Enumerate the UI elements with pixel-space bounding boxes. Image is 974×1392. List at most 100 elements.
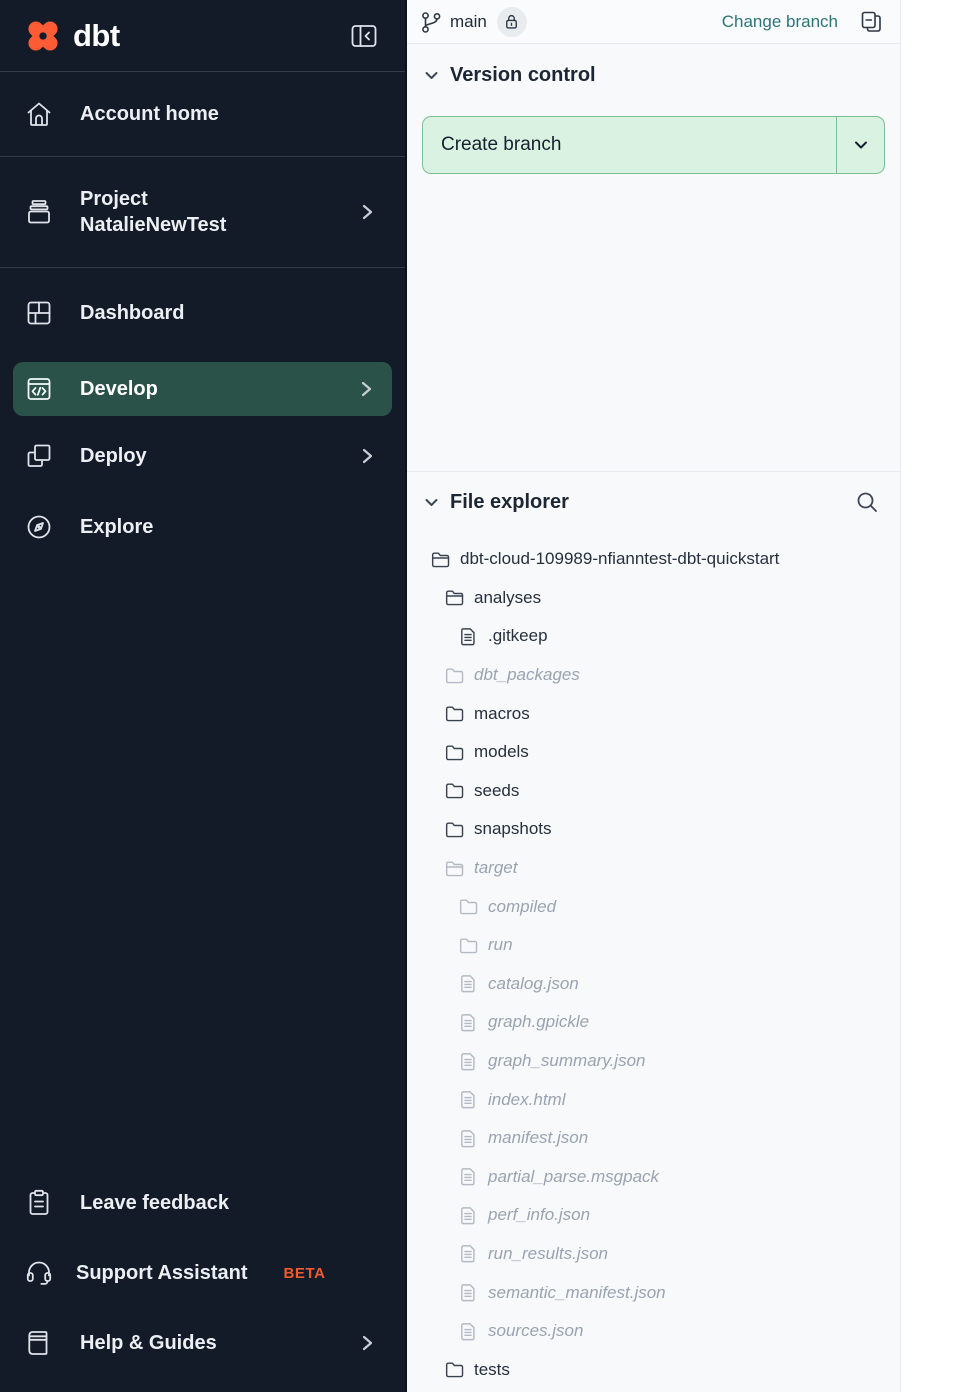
home-icon <box>24 99 54 129</box>
sidebar-item-explore[interactable]: Explore <box>0 492 405 562</box>
sidebar-item-support-assistant[interactable]: Support Assistant BETA <box>0 1238 405 1308</box>
sidebar-item-label: Leave feedback <box>80 1190 229 1216</box>
sidebar-item-help-guides[interactable]: Help & Guides <box>0 1308 405 1378</box>
editor-area <box>900 0 974 1392</box>
create-branch-button[interactable]: Create branch <box>422 116 885 174</box>
chevron-down-icon[interactable] <box>422 493 441 512</box>
side-panel: main Change branch <box>407 0 900 1392</box>
chevron-right-icon <box>356 379 376 399</box>
tree-item-label: target <box>474 858 517 878</box>
tree-item-label: perf_info.json <box>488 1205 590 1225</box>
headset-icon <box>24 1258 54 1288</box>
collapse-sidebar-icon[interactable] <box>349 21 379 51</box>
file-explorer-header[interactable]: File explorer <box>422 490 885 514</box>
tree-item[interactable]: manifest.json <box>430 1119 885 1158</box>
tree-item-label: manifest.json <box>488 1128 588 1148</box>
tree-item[interactable]: graph.gpickle <box>430 1003 885 1042</box>
tree-item-label: dbt_packages <box>474 665 580 685</box>
file-icon <box>458 1243 479 1264</box>
tree-item-label: analyses <box>474 588 541 608</box>
sidebar-item-account-home[interactable]: Account home <box>0 72 405 157</box>
file-icon <box>458 1089 479 1110</box>
sidebar-item-label: Develop <box>80 376 158 402</box>
folder-icon <box>444 703 465 724</box>
tree-item[interactable]: target <box>430 849 885 888</box>
tree-item[interactable]: dbt-cloud-109989-nfianntest-dbt-quicksta… <box>430 540 885 579</box>
git-branch-icon <box>420 11 442 33</box>
tree-item[interactable]: macros <box>430 694 885 733</box>
chevron-right-icon <box>357 1333 377 1353</box>
sidebar-item-deploy[interactable]: Deploy <box>0 420 405 492</box>
tree-item[interactable]: index.html <box>430 1080 885 1119</box>
copy-icon[interactable] <box>858 9 884 35</box>
tree-item-label: models <box>474 742 529 762</box>
tree-item[interactable]: semantic_manifest.json <box>430 1273 885 1312</box>
sidebar-logo-row: dbt <box>0 0 405 72</box>
create-branch-label[interactable]: Create branch <box>423 117 836 173</box>
compass-icon <box>24 512 54 542</box>
tree-item-label: snapshots <box>474 819 552 839</box>
tree-item[interactable]: run_results.json <box>430 1235 885 1274</box>
tree-item[interactable]: tests <box>430 1350 885 1389</box>
current-branch-name[interactable]: main <box>450 12 487 32</box>
tree-item[interactable]: models <box>430 733 885 772</box>
clipboard-icon <box>24 1188 54 1218</box>
archive-icon <box>24 197 54 227</box>
sidebar-footer-pad <box>0 1378 405 1392</box>
folder-icon <box>444 742 465 763</box>
sidebar-item-label: Project NatalieNewTest <box>80 186 226 239</box>
sidebar-item-label: Deploy <box>80 443 147 469</box>
tree-item[interactable]: run <box>430 926 885 965</box>
sidebar-item-project[interactable]: Project NatalieNewTest <box>0 157 405 268</box>
grid-icon <box>24 298 54 328</box>
tree-item[interactable]: graph_summary.json <box>430 1042 885 1081</box>
branch-protected-badge <box>497 7 527 37</box>
book-icon <box>24 1328 54 1358</box>
branch-topbar: main Change branch <box>407 0 900 44</box>
file-icon <box>458 1205 479 1226</box>
folder-open-icon <box>430 549 451 570</box>
tree-item[interactable]: snapshots <box>430 810 885 849</box>
tree-item-label: partial_parse.msgpack <box>488 1167 659 1187</box>
tree-item-label: graph.gpickle <box>488 1012 589 1032</box>
sidebar-item-leave-feedback[interactable]: Leave feedback <box>0 1168 405 1238</box>
folder-icon <box>444 780 465 801</box>
tree-item[interactable]: .gitkeep <box>430 617 885 656</box>
folder-open-icon <box>444 858 465 879</box>
tree-item[interactable]: partial_parse.msgpack <box>430 1158 885 1197</box>
file-icon <box>458 626 479 647</box>
tree-item[interactable]: catalog.json <box>430 965 885 1004</box>
folder-icon <box>444 665 465 686</box>
sidebar-item-dashboard[interactable]: Dashboard <box>0 268 405 358</box>
tree-item-label: .gitkeep <box>488 626 548 646</box>
tree-item[interactable]: sources.json <box>430 1312 885 1351</box>
file-tree: dbt-cloud-109989-nfianntest-dbt-quicksta… <box>422 540 885 1389</box>
create-branch-dropdown[interactable] <box>836 117 884 173</box>
section-title: File explorer <box>450 491 569 514</box>
tree-item[interactable]: seeds <box>430 772 885 811</box>
sidebar-item-label: Dashboard <box>80 300 184 326</box>
tree-item-label: macros <box>474 704 530 724</box>
file-explorer-section: File explorer dbt-cloud-109989-nfianntes… <box>407 472 900 1392</box>
sidebar: dbt Account home <box>0 0 407 1392</box>
lock-icon <box>502 12 521 31</box>
sidebar-item-develop-wrap: Develop <box>0 358 405 420</box>
search-icon[interactable] <box>855 490 879 514</box>
folder-icon <box>458 896 479 917</box>
tree-item[interactable]: dbt_packages <box>430 656 885 695</box>
chevron-right-icon <box>357 446 377 466</box>
chevron-down-icon[interactable] <box>422 66 441 85</box>
file-icon <box>458 1166 479 1187</box>
tree-item[interactable]: perf_info.json <box>430 1196 885 1235</box>
tree-item[interactable]: compiled <box>430 887 885 926</box>
tree-item-label: semantic_manifest.json <box>488 1283 666 1303</box>
tree-item-label: dbt-cloud-109989-nfianntest-dbt-quicksta… <box>460 549 779 569</box>
change-branch-link[interactable]: Change branch <box>722 12 838 32</box>
tree-item[interactable]: analyses <box>430 579 885 618</box>
file-icon <box>458 1128 479 1149</box>
tree-item-label: index.html <box>488 1090 565 1110</box>
version-control-header[interactable]: Version control <box>422 64 885 87</box>
sidebar-item-develop[interactable]: Develop <box>13 362 392 416</box>
folder-icon <box>444 819 465 840</box>
sidebar-item-label: Explore <box>80 514 153 540</box>
